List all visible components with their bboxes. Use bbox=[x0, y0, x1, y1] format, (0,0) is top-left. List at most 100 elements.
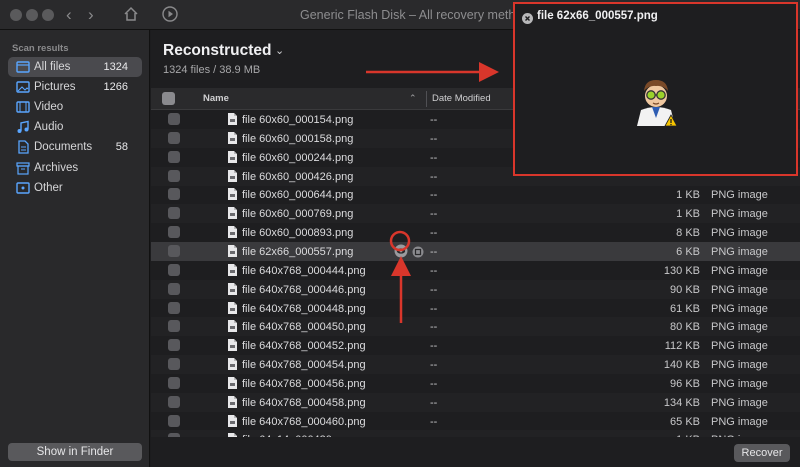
file-date: -- bbox=[430, 227, 438, 240]
select-all-checkbox[interactable] bbox=[162, 92, 175, 105]
forward-chevron-icon[interactable]: › bbox=[88, 5, 94, 25]
sidebar-item-video[interactable]: Video bbox=[8, 97, 142, 117]
sidebar: Scan results All files 1324 Pictures 126… bbox=[0, 30, 150, 467]
sidebar-heading: Scan results bbox=[12, 43, 69, 54]
file-name: file 640x768_000456.png bbox=[242, 377, 366, 390]
row-checkbox[interactable] bbox=[168, 282, 180, 295]
file-date: -- bbox=[430, 340, 438, 353]
file-size: 8 KB bbox=[676, 227, 700, 240]
row-checkbox[interactable] bbox=[168, 113, 180, 125]
close-window-button[interactable] bbox=[10, 9, 22, 21]
video-icon bbox=[16, 101, 30, 113]
file-date: -- bbox=[430, 321, 438, 334]
file-kind: PNG image bbox=[711, 264, 768, 277]
sidebar-item-count: 1266 bbox=[103, 81, 128, 93]
sidebar-item-count: 1324 bbox=[103, 61, 128, 73]
file-date: -- bbox=[430, 302, 438, 315]
file-size: 96 KB bbox=[670, 377, 700, 390]
file-kind: PNG image bbox=[711, 396, 768, 409]
table-row[interactable]: file 640x768_000460.png -- 65 KB PNG image bbox=[151, 412, 800, 431]
file-size: 140 KB bbox=[663, 359, 700, 372]
file-size: 80 KB bbox=[670, 321, 700, 334]
file-date: -- bbox=[430, 151, 438, 164]
file-name: file 62x66_000557.png bbox=[242, 245, 354, 258]
table-row[interactable]: file 640x768_000454.png -- 140 KB PNG image bbox=[151, 355, 800, 375]
column-date-modified[interactable]: Date Modified bbox=[432, 93, 491, 104]
sidebar-item-pictures[interactable]: Pictures 1266 bbox=[8, 77, 142, 97]
table-row[interactable]: file 640x768_000444.png -- 130 KB PNG image bbox=[151, 261, 800, 280]
sidebar-item-label: Other bbox=[34, 182, 63, 194]
file-date: -- bbox=[430, 359, 438, 372]
sidebar-item-label: Video bbox=[34, 101, 64, 113]
file-name: file 60x60_000244.png bbox=[242, 151, 354, 164]
file-name: file 640x768_000446.png bbox=[242, 283, 366, 296]
file-name: file 640x768_000454.png bbox=[242, 359, 366, 372]
file-date: -- bbox=[430, 170, 438, 183]
file-date: -- bbox=[430, 283, 438, 296]
table-row[interactable]: file 640x768_000448.png -- 61 KB PNG image bbox=[151, 299, 800, 318]
table-row[interactable]: file 640x768_000450.png -- 80 KB PNG image bbox=[151, 317, 800, 337]
table-row[interactable]: file 640x768_000458.png -- 134 KB PNG image bbox=[151, 392, 800, 412]
preview-title: file 62x66_000557.png bbox=[537, 10, 658, 22]
row-checkbox[interactable] bbox=[168, 131, 180, 144]
file-name: file 60x60_000893.png bbox=[242, 227, 354, 240]
table-row[interactable]: file 640x768_000452.png -- 112 KB PNG image bbox=[151, 336, 800, 355]
sidebar-item-other[interactable]: Other bbox=[8, 178, 142, 198]
sidebar-item-documents[interactable]: Documents 58 bbox=[8, 137, 142, 157]
file-size: 1 KB bbox=[676, 208, 700, 221]
table-row[interactable]: file 640x768_000456.png -- 96 KB PNG image bbox=[151, 374, 800, 393]
row-checkbox[interactable] bbox=[168, 395, 180, 408]
sidebar-item-label: Archives bbox=[34, 162, 79, 174]
zoom-window-button[interactable] bbox=[42, 9, 54, 21]
file-date: -- bbox=[430, 396, 438, 409]
sort-ascending-icon[interactable]: ⌃ bbox=[409, 93, 417, 104]
row-checkbox[interactable] bbox=[168, 376, 180, 389]
row-checkbox[interactable] bbox=[168, 150, 180, 163]
file-date: -- bbox=[430, 377, 438, 390]
row-checkbox[interactable] bbox=[168, 169, 180, 182]
minimize-window-button[interactable] bbox=[26, 9, 38, 21]
file-kind: PNG image bbox=[711, 377, 768, 390]
file-size: 6 KB bbox=[676, 245, 700, 258]
archives-icon bbox=[16, 162, 30, 175]
table-row[interactable]: file 640x768_000446.png -- 90 KB PNG image bbox=[151, 279, 800, 299]
table-row[interactable]: file 60x60_000644.png -- 1 KB PNG image bbox=[151, 185, 800, 204]
row-checkbox[interactable] bbox=[168, 207, 180, 220]
file-name: file 640x768_000448.png bbox=[242, 302, 366, 315]
table-row[interactable]: file 60x60_000893.png -- 8 KB PNG image bbox=[151, 223, 800, 242]
file-size: 112 KB bbox=[664, 340, 700, 353]
sidebar-item-archives[interactable]: Archives bbox=[8, 158, 142, 178]
table-row[interactable]: file 60x60_000769.png -- 1 KB PNG image bbox=[151, 204, 800, 224]
back-chevron-icon[interactable]: ‹ bbox=[66, 5, 72, 25]
column-name[interactable]: Name bbox=[203, 93, 229, 104]
play-icon[interactable] bbox=[161, 5, 179, 28]
file-size: 1 KB bbox=[676, 189, 700, 202]
file-kind: PNG image bbox=[711, 302, 768, 315]
home-icon[interactable] bbox=[122, 5, 140, 28]
file-size: 134 KB bbox=[663, 396, 700, 409]
row-checkbox[interactable] bbox=[168, 244, 180, 257]
page-title[interactable]: Reconstructed bbox=[163, 42, 272, 60]
row-checkbox[interactable] bbox=[168, 188, 180, 201]
close-icon[interactable] bbox=[522, 11, 533, 29]
file-date: -- bbox=[430, 208, 438, 221]
table-row[interactable]: file 62x66_000557.png -- 6 KB PNG image bbox=[151, 241, 800, 261]
row-checkbox[interactable] bbox=[168, 226, 180, 239]
row-checkbox[interactable] bbox=[168, 414, 180, 427]
row-checkbox[interactable] bbox=[168, 339, 180, 352]
row-checkbox[interactable] bbox=[168, 358, 180, 371]
column-divider[interactable] bbox=[426, 91, 427, 107]
file-name: file 60x60_000426.png bbox=[242, 170, 354, 183]
row-checkbox[interactable] bbox=[168, 263, 180, 276]
row-checkbox[interactable] bbox=[168, 301, 180, 314]
recover-button[interactable]: Recover bbox=[734, 444, 790, 462]
row-checkbox[interactable] bbox=[168, 320, 180, 333]
file-name: file 640x768_000450.png bbox=[242, 321, 366, 334]
show-in-finder-button[interactable]: Show in Finder bbox=[8, 443, 142, 461]
file-date: -- bbox=[430, 132, 438, 145]
other-icon bbox=[16, 182, 30, 194]
sidebar-item-audio[interactable]: Audio bbox=[8, 117, 142, 137]
chevron-down-icon[interactable]: ⌄ bbox=[275, 44, 284, 57]
sidebar-item-all-files[interactable]: All files 1324 bbox=[8, 57, 142, 77]
footer-bar: Recover bbox=[151, 437, 800, 467]
